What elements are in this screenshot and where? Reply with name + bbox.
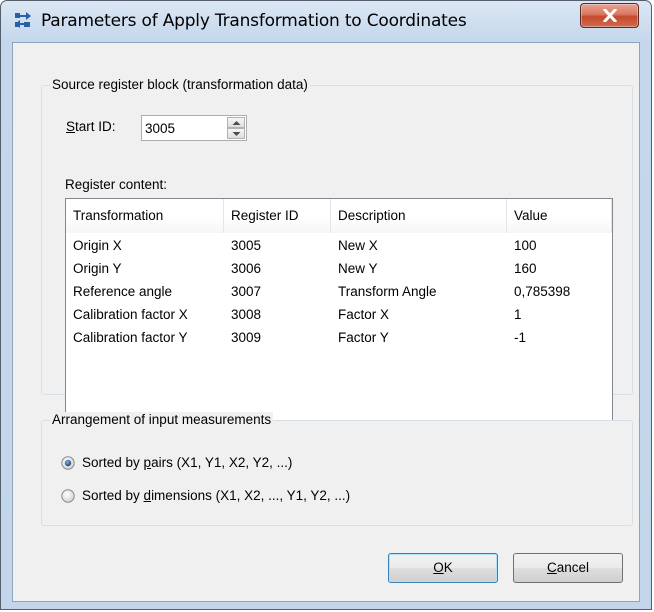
chevron-up-icon <box>232 121 241 125</box>
cell-register-id: 3007 <box>231 284 262 299</box>
table-row[interactable]: Origin X 3005 New X 100 <box>66 234 612 257</box>
radio-sorted-by-pairs[interactable]: Sorted by pairs (X1, Y1, X2, Y2, ...) <box>61 453 411 473</box>
cell-value: 0,785398 <box>514 284 571 299</box>
spin-down-button[interactable] <box>227 128 245 139</box>
cell-value: 1 <box>514 307 522 322</box>
register-content-label: Register content: <box>65 177 168 192</box>
table-row[interactable]: Origin Y 3006 New Y 160 <box>66 257 612 280</box>
arrangement-group-title: Arrangement of input measurements <box>50 412 274 428</box>
cell-value: -1 <box>514 330 527 345</box>
column-header-value[interactable]: Value <box>507 199 612 233</box>
cell-value: 100 <box>514 238 537 253</box>
start-id-spinner <box>141 115 247 141</box>
cell-register-id: 3005 <box>231 238 262 253</box>
dialog-client-area: Source register block (transformation da… <box>12 42 640 602</box>
cell-description: Transform Angle <box>338 284 437 299</box>
cell-transformation: Calibration factor Y <box>73 330 188 345</box>
radio-sorted-by-dimensions[interactable]: Sorted by dimensions (X1, X2, ..., Y1, Y… <box>61 486 481 506</box>
cell-register-id: 3008 <box>231 307 262 322</box>
column-header-transformation[interactable]: Transformation <box>66 199 224 233</box>
cell-register-id: 3009 <box>231 330 262 345</box>
cell-transformation: Calibration factor X <box>73 307 188 322</box>
table-row[interactable]: Calibration factor Y 3009 Factor Y -1 <box>66 326 612 349</box>
cell-value: 160 <box>514 261 537 276</box>
cell-transformation: Origin X <box>73 238 122 253</box>
cell-register-id: 3006 <box>231 261 262 276</box>
title-bar[interactable]: Parameters of Apply Transformation to Co… <box>1 1 651 41</box>
cell-description: New X <box>338 238 378 253</box>
source-register-group-title: Source register block (transformation da… <box>50 77 310 93</box>
arrangement-group: Arrangement of input measurements <box>41 412 633 526</box>
column-header-description[interactable]: Description <box>331 199 507 233</box>
dialog-window: Parameters of Apply Transformation to Co… <box>0 0 652 610</box>
start-id-label: Start ID: <box>66 119 116 134</box>
table-header: Transformation Register ID Description V… <box>66 199 612 233</box>
table-row[interactable]: Reference angle 3007 Transform Angle 0,7… <box>66 280 612 303</box>
radio-sorted-by-pairs-label: Sorted by pairs (X1, Y1, X2, Y2, ...) <box>82 455 293 470</box>
cancel-button[interactable]: Cancel <box>513 553 623 583</box>
radio-selected-icon <box>61 456 75 470</box>
close-button[interactable] <box>580 3 639 28</box>
register-content-table[interactable]: Transformation Register ID Description V… <box>65 198 613 421</box>
chevron-down-icon <box>232 132 241 136</box>
radio-unselected-icon <box>61 489 75 503</box>
ok-button[interactable]: OK <box>388 553 498 583</box>
cell-transformation: Reference angle <box>73 284 173 299</box>
start-id-input[interactable] <box>145 119 215 137</box>
table-row[interactable]: Calibration factor X 3008 Factor X 1 <box>66 303 612 326</box>
cell-description: New Y <box>338 261 378 276</box>
column-header-register-id[interactable]: Register ID <box>224 199 331 233</box>
window-title: Parameters of Apply Transformation to Co… <box>41 11 467 31</box>
transform-arrows-icon <box>14 11 32 29</box>
close-icon <box>603 9 617 22</box>
radio-sorted-by-dimensions-label: Sorted by dimensions (X1, X2, ..., Y1, Y… <box>82 488 351 503</box>
cell-description: Factor X <box>338 307 390 322</box>
spin-up-button[interactable] <box>227 117 245 128</box>
cell-description: Factor Y <box>338 330 389 345</box>
cell-transformation: Origin Y <box>73 261 122 276</box>
